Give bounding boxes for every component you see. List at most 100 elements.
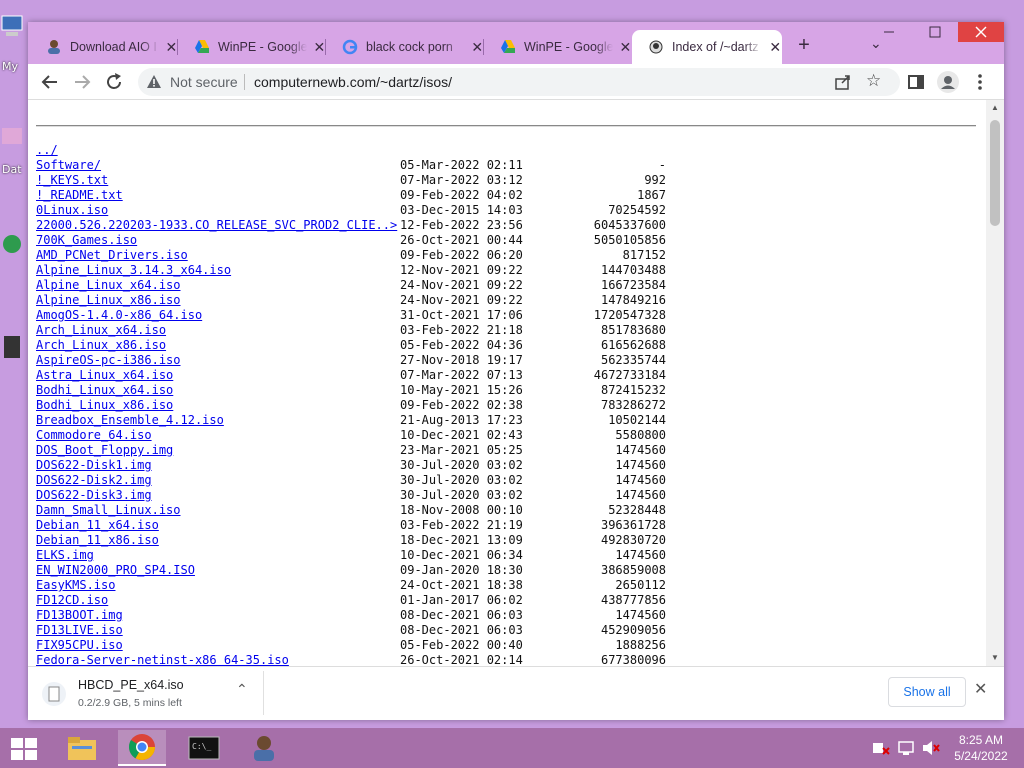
show-all-button[interactable]: Show all (888, 677, 966, 707)
file-link[interactable]: EasyKMS.iso (36, 578, 115, 593)
start-button[interactable] (10, 736, 38, 767)
reload-button[interactable] (102, 70, 126, 94)
file-link[interactable]: Alpine_Linux_x86.iso (36, 293, 181, 308)
tab-download-aio[interactable]: Download AIO I ✕ (30, 30, 178, 64)
file-link[interactable]: Breadbox_Ensemble_4.12.iso (36, 413, 224, 428)
forward-button[interactable] (70, 70, 94, 94)
desktop-icon-app2[interactable] (0, 330, 24, 366)
file-link[interactable]: Debian_11_x86.iso (36, 533, 159, 548)
file-link[interactable]: Debian_11_x64.iso (36, 518, 159, 533)
file-link[interactable]: Bodhi_Linux_x64.iso (36, 383, 173, 398)
file-link[interactable]: Commodore_64.iso (36, 428, 152, 443)
profile-button[interactable] (936, 70, 960, 94)
tab-title: black cock porn (366, 40, 453, 54)
file-link[interactable]: Software/ (36, 158, 101, 173)
bookmark-star-icon[interactable]: ☆ (866, 71, 881, 91)
file-link[interactable]: Fedora-Server-netinst-x86_64-35.iso (36, 653, 289, 666)
file-link[interactable]: Alpine_Linux_3.14.3_x64.iso (36, 263, 231, 278)
taskbar-file-explorer[interactable] (58, 730, 106, 766)
tab-google-search[interactable]: black cock porn ✕ (326, 30, 484, 64)
speaker-muted-icon[interactable] (872, 740, 890, 761)
file-size: 5580800 (615, 428, 666, 442)
page-scrollbar[interactable]: ▲ ▼ (986, 100, 1004, 666)
close-icon[interactable]: ✕ (165, 39, 178, 56)
desktop-icon-mycomputer[interactable] (0, 12, 24, 48)
not-secure-label[interactable]: Not secure (170, 74, 238, 90)
share-icon[interactable] (834, 73, 852, 96)
clock-time[interactable]: 8:25 AM (958, 733, 1004, 747)
download-status: 0.2/2.9 GB, 5 mins left (78, 697, 182, 709)
file-link[interactable]: DOS_Boot_Floppy.img (36, 443, 173, 458)
network-icon[interactable] (898, 740, 916, 761)
tab-index-of-dartz[interactable]: Index of /~dartz ✕ (632, 30, 782, 64)
download-filename: HBCD_PE_x64.iso (78, 678, 184, 692)
tab-winpe-2[interactable]: WinPE - Google ✕ (484, 30, 632, 64)
warning-icon[interactable] (146, 74, 162, 95)
file-size: 677380096 (600, 653, 666, 666)
file-link[interactable]: DOS622-Disk2.img (36, 473, 152, 488)
google-icon (342, 39, 358, 55)
file-size: 452909056 (600, 623, 666, 637)
file-link[interactable]: DOS622-Disk1.img (36, 458, 152, 473)
side-panel-icon (908, 75, 924, 89)
file-link[interactable]: Astra_Linux_x64.iso (36, 368, 173, 383)
desktop-icon-folder[interactable] (0, 120, 24, 156)
download-item[interactable]: HBCD_PE_x64.iso 0.2/2.9 GB, 5 mins left … (36, 671, 264, 715)
taskbar-app-user[interactable] (240, 730, 288, 766)
file-date: 27-Nov-2018 19:17 (400, 353, 523, 367)
file-link[interactable]: Arch_Linux_x64.iso (36, 323, 166, 338)
file-link[interactable]: Arch_Linux_x86.iso (36, 338, 166, 353)
file-link[interactable]: AMD_PCNet_Drivers.iso (36, 248, 188, 263)
file-link[interactable]: Bodhi_Linux_x86.iso (36, 398, 173, 413)
close-icon[interactable]: ✕ (768, 39, 782, 56)
new-tab-button[interactable]: + (792, 34, 816, 57)
file-date: 09-Jan-2020 18:30 (400, 563, 523, 577)
volume-muted-icon[interactable] (922, 740, 940, 761)
file-link[interactable]: Damn_Small_Linux.iso (36, 503, 181, 518)
close-icon[interactable]: ✕ (470, 39, 484, 56)
taskbar-command-prompt[interactable]: C:\_ (180, 730, 228, 766)
taskbar-chrome[interactable] (118, 730, 166, 766)
file-link[interactable]: 700K_Games.iso (36, 233, 137, 248)
close-icon[interactable]: ✕ (974, 679, 987, 699)
reload-icon (107, 73, 121, 89)
file-date: 12-Feb-2022 23:56 (400, 218, 523, 232)
window-close-button[interactable] (958, 22, 1004, 42)
file-link[interactable]: FD12CD.iso (36, 593, 108, 608)
file-link[interactable]: EN_WIN2000_PRO_SP4.ISO (36, 563, 195, 578)
file-link[interactable]: 0Linux.iso (36, 203, 108, 218)
file-link[interactable]: DOS622-Disk3.img (36, 488, 152, 503)
file-date: 30-Jul-2020 03:02 (400, 488, 523, 502)
scroll-thumb[interactable] (990, 120, 1000, 226)
desktop-icon-app[interactable] (0, 228, 24, 264)
close-icon[interactable]: ✕ (313, 39, 326, 56)
maximize-button[interactable] (912, 22, 958, 42)
file-date: 10-Dec-2021 02:43 (400, 428, 523, 442)
file-link[interactable]: FIX95CPU.iso (36, 638, 123, 653)
file-link[interactable]: AspireOS-pc-i386.iso (36, 353, 181, 368)
side-panel-button[interactable] (904, 70, 928, 94)
scroll-down-icon[interactable]: ▼ (986, 650, 1004, 666)
tab-winpe-1[interactable]: WinPE - Google ✕ (178, 30, 326, 64)
minimize-button[interactable] (866, 22, 912, 42)
file-link[interactable]: FD13BOOT.img (36, 608, 123, 623)
file-date: 30-Jul-2020 03:02 (400, 458, 523, 472)
file-link[interactable]: ELKS.img (36, 548, 94, 563)
back-button[interactable] (38, 70, 62, 94)
download-bar: HBCD_PE_x64.iso 0.2/2.9 GB, 5 mins left … (28, 666, 1004, 720)
address-bar[interactable]: Not secure computernewb.com/~dartz/isos/… (138, 68, 900, 96)
file-link[interactable]: AmogOS-1.4.0-x86_64.iso (36, 308, 202, 323)
menu-button[interactable] (968, 70, 992, 94)
scroll-up-icon[interactable]: ▲ (986, 100, 1004, 116)
file-link[interactable]: FD13LIVE.iso (36, 623, 123, 638)
file-link[interactable]: !_KEYS.txt (36, 173, 108, 188)
file-date: 03-Feb-2022 21:18 (400, 323, 523, 337)
file-link[interactable]: ../ (36, 143, 58, 158)
file-link[interactable]: !_README.txt (36, 188, 123, 203)
clock-date[interactable]: 5/24/2022 (950, 749, 1012, 763)
url-text[interactable]: computernewb.com/~dartz/isos/ (254, 74, 452, 90)
close-icon[interactable]: ✕ (619, 39, 632, 56)
chevron-up-icon[interactable]: ⌃ (236, 681, 248, 698)
file-link[interactable]: Alpine_Linux_x64.iso (36, 278, 181, 293)
file-link[interactable]: 22000.526.220203-1933.CO_RELEASE_SVC_PRO… (36, 218, 397, 233)
